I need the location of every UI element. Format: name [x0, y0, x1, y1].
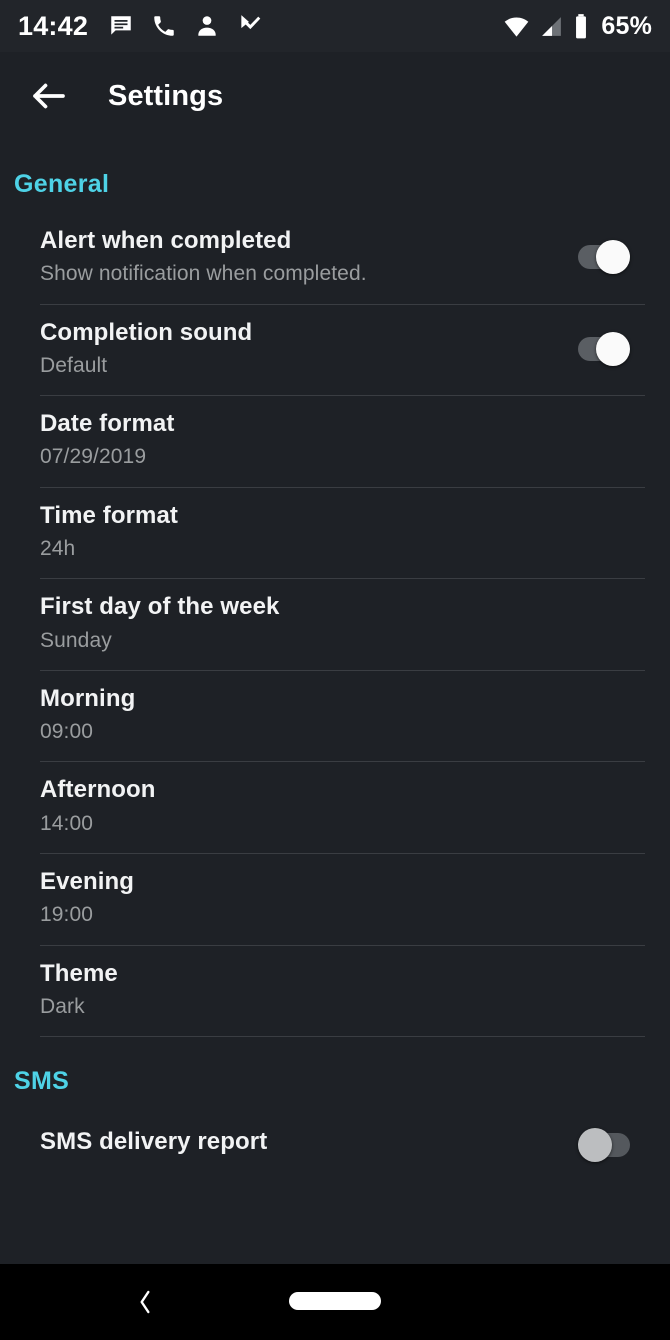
setting-row-first-day-of-week[interactable]: First day of the week Sunday [0, 579, 670, 670]
setting-row-morning[interactable]: Morning 09:00 [0, 671, 670, 762]
row-text: Theme Dark [40, 960, 630, 1021]
section-header-general: General [14, 170, 110, 198]
setting-title: Date format [40, 410, 175, 438]
row-text: SMS delivery report [40, 1128, 554, 1162]
status-bar: 14:42 65% [0, 0, 670, 52]
home-pill-icon[interactable] [289, 1292, 381, 1310]
setting-title: First day of the week [40, 593, 280, 621]
setting-title: Time format [40, 501, 179, 529]
setting-subtitle: Sunday [40, 628, 112, 652]
cellular-signal-icon [539, 14, 564, 39]
toggle-alert-when-completed[interactable] [578, 240, 630, 275]
setting-subtitle: 24h [40, 537, 76, 560]
setting-title: Evening [40, 867, 135, 895]
status-system-icons: 65% [503, 12, 652, 41]
section-header-sms: SMS [14, 1067, 70, 1096]
row-text: Afternoon 14:00 [40, 776, 630, 837]
setting-row-evening[interactable]: Evening 19:00 [0, 854, 670, 945]
app-bar: Settings [0, 52, 670, 140]
setting-title: Afternoon [40, 776, 156, 804]
message-icon [108, 13, 134, 39]
tasks-check-icon [237, 13, 263, 39]
phone-screen: 14:42 65% Settings General Alert when co… [0, 0, 670, 1340]
setting-row-date-format[interactable]: Date format 07/29/2019 [0, 396, 670, 487]
toggle-thumb [596, 240, 630, 275]
row-text: Evening 19:00 [40, 868, 630, 929]
row-text: Date format 07/29/2019 [40, 410, 630, 471]
setting-row-completion-sound[interactable]: Completion sound Default [0, 305, 670, 396]
setting-subtitle: Default [40, 353, 108, 377]
setting-row-theme[interactable]: Theme Dark [0, 946, 670, 1037]
setting-row-alert-when-completed[interactable]: Alert when completed Show notification w… [0, 213, 670, 304]
setting-row-sms-delivery-report[interactable]: SMS delivery report [0, 1110, 670, 1182]
setting-subtitle: 19:00 [40, 903, 94, 927]
setting-title: Theme [40, 959, 118, 987]
row-text: Alert when completed Show notification w… [40, 227, 554, 288]
wifi-icon [503, 13, 530, 40]
setting-title: Morning [40, 684, 136, 712]
setting-title: Completion sound [40, 318, 253, 346]
row-text: Time format 24h [40, 502, 630, 563]
battery-icon [573, 13, 589, 40]
battery-percent-label: 65% [601, 11, 652, 40]
status-clock: 14:42 [18, 10, 89, 41]
status-notification-icons [108, 13, 263, 39]
system-nav-bar [0, 1264, 670, 1340]
toggle-thumb [578, 1128, 612, 1163]
toggle-thumb [596, 331, 630, 366]
setting-subtitle: 14:00 [40, 811, 94, 835]
setting-title: SMS delivery report [40, 1127, 268, 1155]
toggle-completion-sound[interactable] [578, 331, 630, 366]
setting-row-afternoon[interactable]: Afternoon 14:00 [0, 762, 670, 853]
setting-subtitle: Show notification when completed. [40, 262, 367, 286]
setting-subtitle: Dark [40, 994, 85, 1018]
page-title: Settings [108, 79, 224, 112]
row-text: Completion sound Default [40, 319, 554, 380]
chevron-left-icon[interactable] [112, 1278, 178, 1326]
row-text: Morning 09:00 [40, 685, 630, 746]
setting-title: Alert when completed [40, 227, 292, 254]
setting-subtitle: 09:00 [40, 720, 94, 744]
arrow-back-icon[interactable] [12, 59, 86, 133]
contact-icon [194, 13, 220, 39]
row-text: First day of the week Sunday [40, 593, 630, 654]
settings-list[interactable]: General Alert when completed Show notifi… [0, 140, 670, 1264]
setting-subtitle: 07/29/2019 [40, 445, 147, 469]
toggle-sms-delivery-report[interactable] [578, 1128, 630, 1163]
phone-icon [151, 13, 177, 39]
setting-row-time-format[interactable]: Time format 24h [0, 488, 670, 579]
